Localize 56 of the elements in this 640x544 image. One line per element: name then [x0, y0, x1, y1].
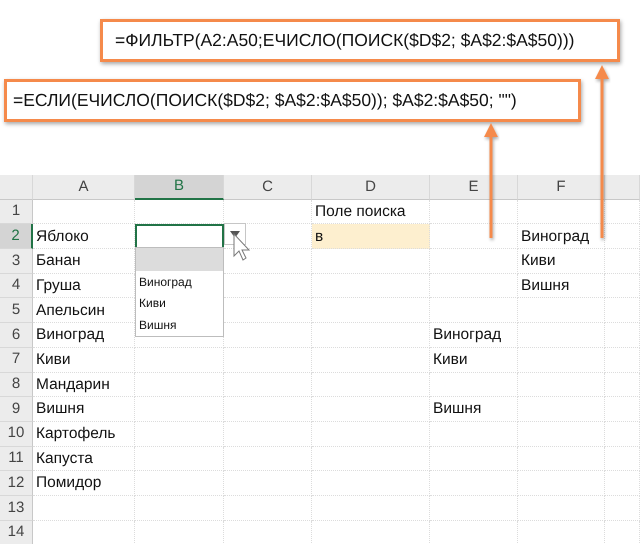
- table-cell: Вишня: [33, 397, 135, 422]
- select-all-corner[interactable]: [0, 175, 33, 200]
- row-header[interactable]: 8: [0, 372, 33, 398]
- table-cell: Капуста: [33, 446, 135, 472]
- active-cell[interactable]: [135, 224, 224, 250]
- column-header[interactable]: C: [224, 175, 312, 200]
- column-header[interactable]: F: [518, 175, 605, 200]
- row-header[interactable]: 10: [0, 422, 33, 447]
- row-header[interactable]: 7: [0, 348, 33, 372]
- row-header[interactable]: 6: [0, 323, 33, 348]
- input-cell: в: [312, 224, 430, 250]
- column-header[interactable]: A: [33, 175, 135, 200]
- empty-cell: [605, 446, 640, 472]
- formula-callout: =ФИЛЬТР(A2:A50;ЕЧИСЛО(ПОИСК($D$2; $A$2:$A$50))): [100, 19, 620, 62]
- empty-cell: [605, 372, 640, 398]
- row-header[interactable]: 13: [0, 496, 33, 521]
- table-cell: Киви: [33, 348, 135, 372]
- column-header[interactable]: E: [430, 175, 518, 200]
- row-header[interactable]: 3: [0, 249, 33, 274]
- table-cell: Яблоко: [33, 224, 135, 250]
- empty-cell: [605, 274, 640, 298]
- empty-cell: [605, 224, 640, 250]
- table-cell: Виноград: [430, 323, 518, 348]
- table-cell: Виноград: [518, 224, 605, 250]
- column-header[interactable]: [605, 175, 640, 200]
- empty-cell: [605, 298, 640, 324]
- empty-cell: [605, 422, 640, 447]
- empty-cell: [605, 323, 640, 348]
- row-header[interactable]: 14: [0, 520, 33, 544]
- empty-cell: [605, 249, 640, 274]
- empty-cell: [605, 200, 640, 224]
- table-cell: Помидор: [33, 471, 135, 496]
- row-header[interactable]: 5: [0, 298, 33, 324]
- table-cell: Вишня: [518, 274, 605, 298]
- dropdown-item[interactable]: Виноград: [136, 271, 223, 292]
- empty-cell: [605, 496, 640, 521]
- cursor-icon: [234, 232, 250, 261]
- empty-cell: [605, 397, 640, 422]
- table-cell: Киви: [430, 348, 518, 372]
- empty-cell: [605, 348, 640, 372]
- row-header[interactable]: 12: [0, 471, 33, 496]
- empty-cell: [605, 471, 640, 496]
- dropdown-item[interactable]: Киви: [136, 292, 223, 314]
- table-cell: Вишня: [430, 397, 518, 422]
- column-header[interactable]: D: [312, 175, 430, 200]
- row-header[interactable]: 1: [0, 200, 33, 224]
- table-cell: Киви: [518, 249, 605, 274]
- formula-callout: =ЕСЛИ(ЕЧИСЛО(ПОИСК($D$2; $A$2:$A$50)); $A$2:$A$50; ""): [4, 79, 581, 122]
- column-header[interactable]: B: [135, 175, 224, 200]
- row-header[interactable]: 2: [0, 224, 33, 250]
- dropdown-item[interactable]: Вишня: [136, 314, 223, 336]
- row-header[interactable]: 11: [0, 446, 33, 472]
- table-cell: Мандарин: [33, 372, 135, 398]
- row-header[interactable]: 4: [0, 274, 33, 298]
- row-header[interactable]: 9: [0, 397, 33, 422]
- table-cell: Картофель: [33, 422, 135, 447]
